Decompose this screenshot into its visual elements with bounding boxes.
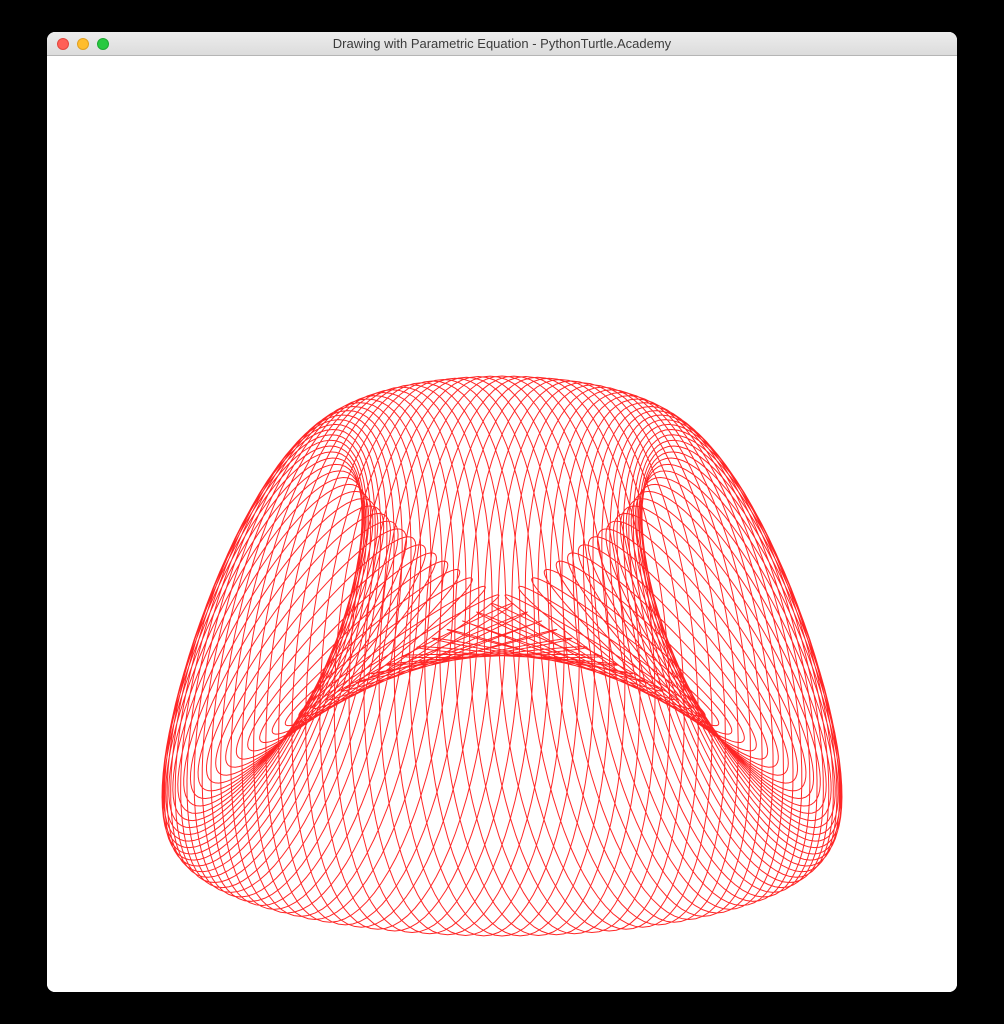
turtle-canvas: [47, 56, 957, 992]
titlebar[interactable]: Drawing with Parametric Equation - Pytho…: [47, 32, 957, 56]
zoom-icon[interactable]: [97, 38, 109, 50]
app-window: Drawing with Parametric Equation - Pytho…: [47, 32, 957, 992]
minimize-icon[interactable]: [77, 38, 89, 50]
window-title: Drawing with Parametric Equation - Pytho…: [47, 36, 957, 51]
traffic-lights: [47, 38, 109, 50]
close-icon[interactable]: [57, 38, 69, 50]
parametric-drawing: [47, 56, 957, 992]
